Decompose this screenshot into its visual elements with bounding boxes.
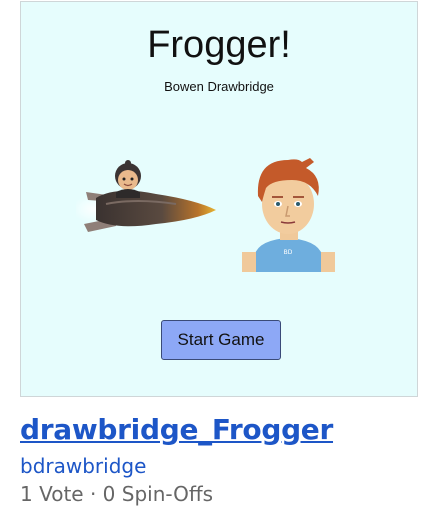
rocket-sprite [76, 160, 216, 232]
project-title-link[interactable]: drawbridge_Frogger [20, 413, 333, 446]
boy-avatar-sprite: BD [242, 158, 335, 272]
project-card: Frogger! Bowen Drawbridge BD Start Game … [0, 0, 440, 530]
project-stats: 1 Vote · 0 Spin-Offs [20, 482, 214, 506]
shirt-label: BD [284, 249, 293, 256]
game-author: Bowen Drawbridge [164, 79, 274, 94]
project-author-link[interactable]: bdrawbridge [20, 454, 146, 478]
project-thumbnail[interactable]: Frogger! Bowen Drawbridge BD Start Game [20, 1, 418, 397]
game-title: Frogger! [147, 24, 291, 66]
start-game-button[interactable]: Start Game [161, 320, 281, 360]
